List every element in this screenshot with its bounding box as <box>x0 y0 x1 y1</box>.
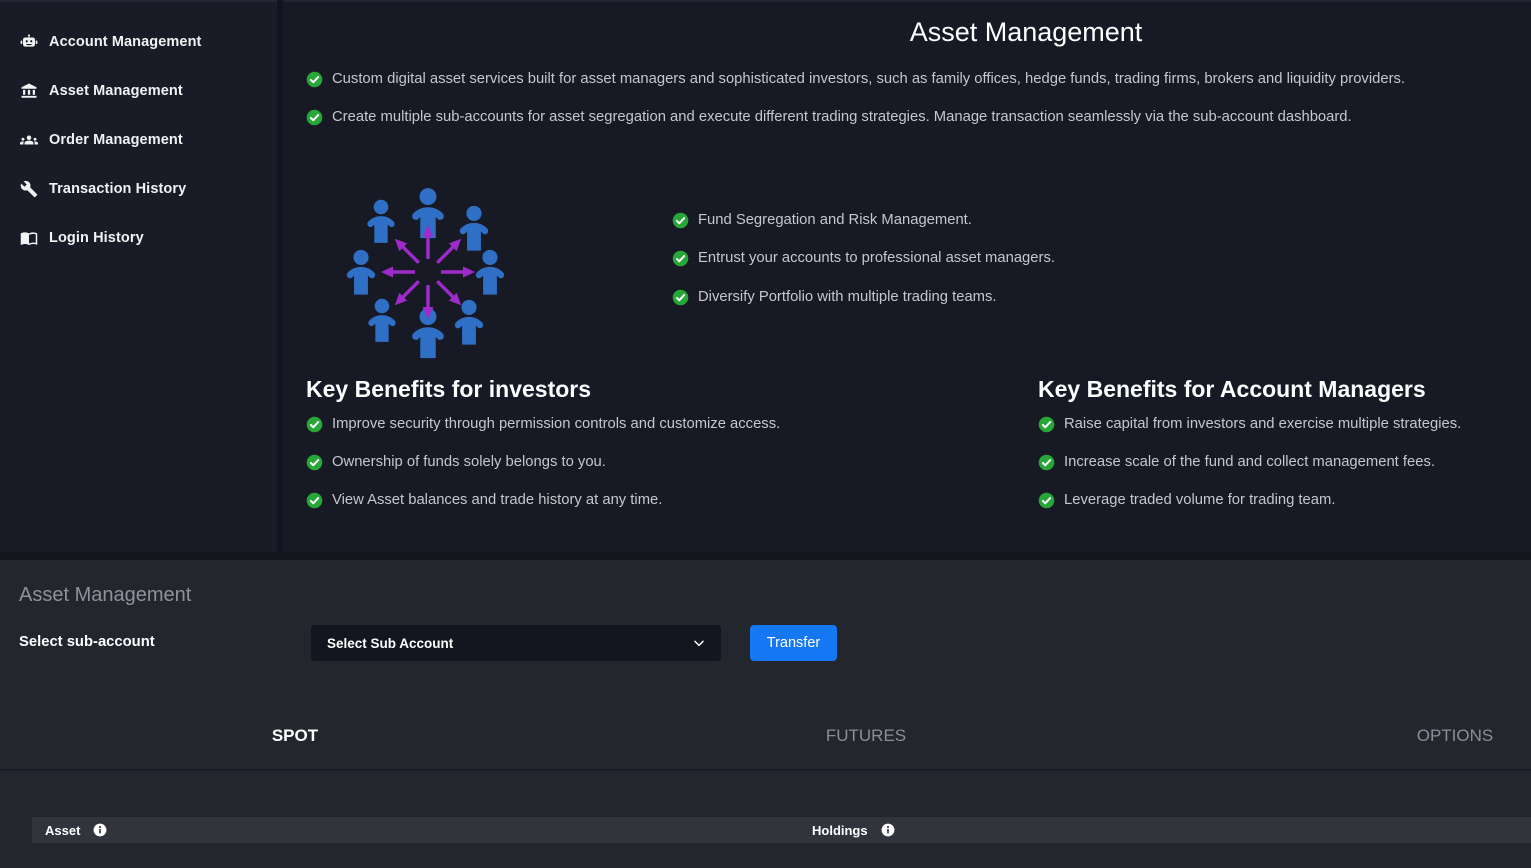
benefit-point-text: Leverage traded volume for trading team. <box>1064 492 1335 508</box>
info-icon[interactable] <box>93 823 107 837</box>
holdings-table-header: Asset Holdings <box>32 817 1531 843</box>
open-book-icon <box>20 229 38 247</box>
sidebar: Account Management Asset Management Orde… <box>0 2 277 553</box>
check-icon <box>672 289 689 306</box>
check-icon <box>306 492 323 509</box>
feature-point-text: Fund Segregation and Risk Management. <box>698 212 972 228</box>
asset-management-panel: Asset Management Select sub-account Sele… <box>0 560 1531 868</box>
check-icon <box>1038 492 1055 509</box>
benefits-managers-title: Key Benefits for Account Managers <box>1038 376 1426 403</box>
column-holdings: Holdings <box>812 817 895 843</box>
benefit-point: Increase scale of the fund and collect m… <box>1038 452 1435 472</box>
benefit-point: Ownership of funds solely belongs to you… <box>306 452 606 472</box>
intro-point-text: Create multiple sub-accounts for asset s… <box>332 109 1352 125</box>
sidebar-item-label: Asset Management <box>49 83 183 99</box>
radiating-arrows <box>381 225 475 319</box>
transfer-button[interactable]: Transfer <box>750 625 837 661</box>
panel-title: Asset Management <box>19 584 191 607</box>
check-icon <box>1038 416 1055 433</box>
chevron-down-icon <box>691 635 707 651</box>
feature-point: Entrust your accounts to professional as… <box>672 248 1055 268</box>
people-network-illustration <box>322 188 534 360</box>
check-icon <box>306 416 323 433</box>
check-icon <box>306 454 323 471</box>
benefit-point-text: Improve security through permission cont… <box>332 416 780 432</box>
page-title: Asset Management <box>283 17 1531 48</box>
benefit-point-text: Increase scale of the fund and collect m… <box>1064 454 1435 470</box>
check-icon <box>672 250 689 267</box>
sidebar-item-login-history[interactable]: Login History <box>0 213 277 262</box>
benefit-point-text: Raise capital from investors and exercis… <box>1064 416 1461 432</box>
select-sub-account-label: Select sub-account <box>19 634 155 650</box>
asset-management-page: Account Management Asset Management Orde… <box>0 0 1531 868</box>
sidebar-item-transaction-history[interactable]: Transaction History <box>0 164 277 213</box>
sidebar-item-account-management[interactable]: Account Management <box>0 17 277 66</box>
benefit-point: Raise capital from investors and exercis… <box>1038 414 1461 434</box>
check-icon <box>306 109 323 126</box>
holdings-column-label: Holdings <box>812 823 868 838</box>
sidebar-item-label: Account Management <box>49 34 201 50</box>
sidebar-item-asset-management[interactable]: Asset Management <box>0 66 277 115</box>
feature-point: Fund Segregation and Risk Management. <box>672 210 972 230</box>
robot-icon <box>20 33 38 51</box>
sidebar-item-label: Login History <box>49 230 144 246</box>
intro-point: Custom digital asset services built for … <box>306 69 1405 89</box>
tab-spot[interactable]: SPOT <box>225 726 365 746</box>
sidebar-divider <box>277 0 283 553</box>
intro-point-text: Custom digital asset services built for … <box>332 71 1405 87</box>
bank-icon <box>20 82 38 100</box>
check-icon <box>1038 454 1055 471</box>
sidebar-item-label: Order Management <box>49 132 183 148</box>
check-icon <box>672 212 689 229</box>
benefit-point: Improve security through permission cont… <box>306 414 780 434</box>
check-icon <box>306 71 323 88</box>
benefit-point: Leverage traded volume for trading team. <box>1038 490 1335 510</box>
info-icon[interactable] <box>881 823 895 837</box>
wrench-icon <box>20 180 38 198</box>
tabs-divider-line <box>0 769 1531 771</box>
sidebar-item-label: Transaction History <box>49 181 186 197</box>
tab-futures[interactable]: FUTURES <box>796 726 936 746</box>
person-figures <box>347 188 504 358</box>
benefits-investors-title: Key Benefits for investors <box>306 376 591 403</box>
people-group-icon <box>20 131 38 149</box>
intro-point: Create multiple sub-accounts for asset s… <box>306 107 1352 127</box>
benefit-point-text: View Asset balances and trade history at… <box>332 492 662 508</box>
feature-point-text: Diversify Portfolio with multiple tradin… <box>698 289 997 305</box>
tab-options[interactable]: OPTIONS <box>1385 726 1525 746</box>
asset-column-label: Asset <box>45 823 80 838</box>
sidebar-item-order-management[interactable]: Order Management <box>0 115 277 164</box>
column-asset: Asset <box>45 817 107 843</box>
sub-account-select-value: Select Sub Account <box>327 636 691 651</box>
benefit-point-text: Ownership of funds solely belongs to you… <box>332 454 606 470</box>
section-divider <box>0 552 1531 560</box>
feature-point-text: Entrust your accounts to professional as… <box>698 250 1055 266</box>
feature-point: Diversify Portfolio with multiple tradin… <box>672 287 997 307</box>
sub-account-select[interactable]: Select Sub Account <box>311 625 721 661</box>
benefit-point: View Asset balances and trade history at… <box>306 490 662 510</box>
